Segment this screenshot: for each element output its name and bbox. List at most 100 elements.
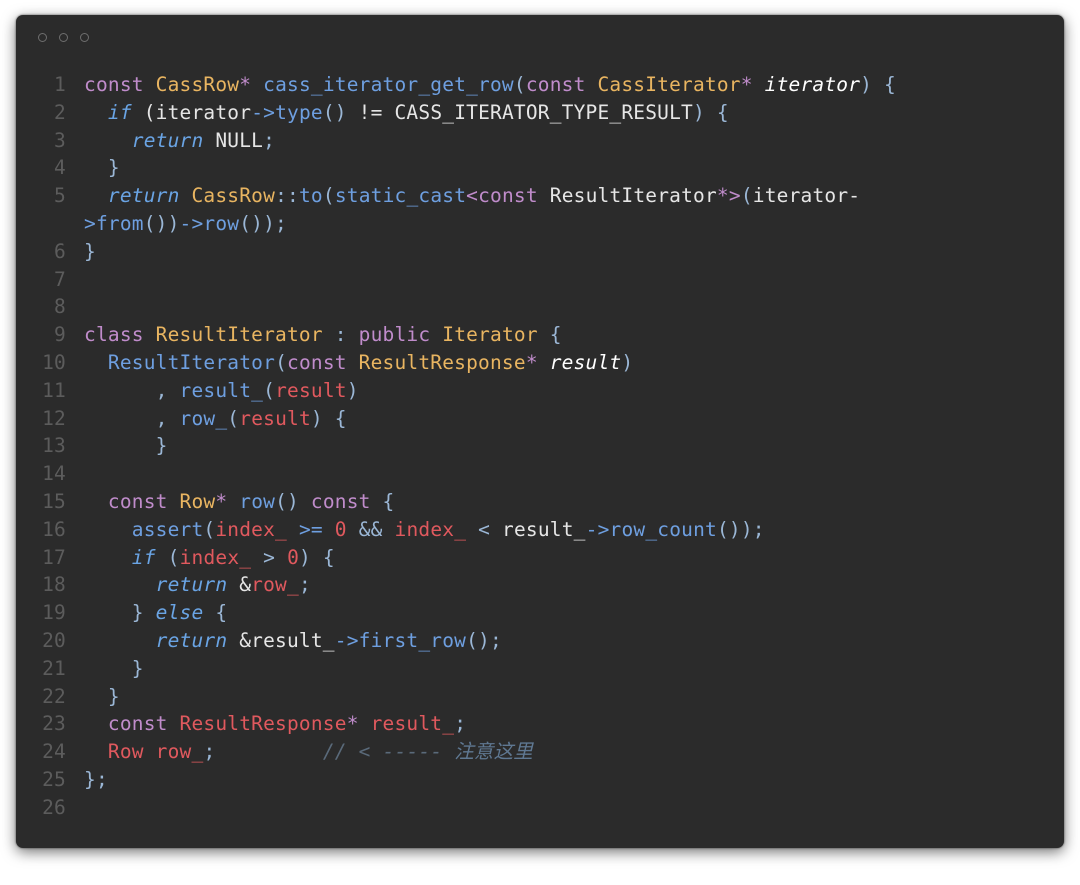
code-token: class	[84, 323, 156, 347]
line-source: }	[84, 238, 96, 266]
code-token: static_cast	[334, 184, 467, 208]
code-token: iterator-	[752, 184, 861, 208]
line-source: class ResultIterator : public Iterator {	[84, 321, 562, 349]
code-token: ()	[275, 489, 311, 513]
code-token: }	[84, 239, 96, 263]
code-token: *	[346, 712, 371, 736]
code-comment: 注意这里	[454, 740, 534, 764]
code-token: ->row_count	[585, 517, 717, 541]
code-token: <	[478, 517, 491, 541]
minimize-dot-icon[interactable]	[59, 33, 68, 42]
line-number: 8	[54, 295, 66, 319]
code-token: const	[525, 73, 598, 96]
code-token: ;	[454, 712, 467, 736]
code-token: Iterator	[442, 323, 538, 347]
line-source: }	[84, 655, 144, 683]
code-token: const	[84, 73, 156, 96]
line-source: return &row_;	[84, 571, 311, 599]
code-token: ->first_row	[334, 628, 467, 652]
code-line: 24 Row row_; // < ----- 注意这里	[16, 738, 1064, 766]
code-line: 3 return NULL;	[16, 127, 1064, 155]
code-line: >from())->row());	[16, 210, 1064, 238]
code-token: {	[203, 601, 228, 625]
code-token: ()	[322, 100, 347, 124]
line-number: 13	[42, 434, 66, 458]
code-token: };	[84, 767, 108, 791]
code-line: 15 const Row* row() const {	[16, 488, 1064, 516]
code-token: (	[263, 378, 276, 402]
code-line: 26	[16, 794, 1064, 822]
line-number: 3	[54, 128, 66, 152]
line-source: , row_(result) {	[84, 405, 347, 433]
code-token: Row	[107, 740, 144, 764]
code-comment: // < -----	[322, 740, 455, 764]
line-number: 7	[54, 267, 66, 291]
line-source: if (index_ > 0) {	[84, 544, 335, 572]
code-token: ;	[203, 740, 216, 764]
line-source: } else {	[84, 599, 227, 627]
code-token: row	[239, 489, 276, 513]
close-dot-icon[interactable]	[38, 33, 47, 42]
code-token: (	[227, 406, 240, 430]
code-token: row_	[179, 406, 228, 430]
line-number: 2	[54, 100, 66, 124]
line-number: 22	[42, 684, 66, 708]
zoom-dot-icon[interactable]	[80, 33, 89, 42]
line-number: 20	[42, 628, 66, 652]
code-line: 8	[16, 293, 1064, 321]
code-token: }	[84, 684, 120, 708]
code-line: 1 const CassRow* cass_iterator_get_row(co…	[16, 71, 1064, 99]
code-token: (	[322, 184, 335, 208]
line-number: 14	[42, 462, 66, 486]
line-source: , result_(result)	[84, 377, 359, 405]
code-line: 18 return &row_;	[16, 571, 1064, 599]
line-number: 18	[42, 573, 66, 597]
code-token: *	[740, 73, 765, 96]
line-number: 17	[42, 545, 66, 569]
code-token: (	[167, 545, 180, 569]
code-line: 9 class ResultIterator : public Iterator …	[16, 321, 1064, 349]
code-token: const	[107, 489, 180, 513]
line-number: 26	[42, 795, 66, 819]
line-number: 16	[42, 517, 66, 541]
code-token: if	[107, 100, 132, 124]
code-line: 14	[16, 460, 1064, 488]
code-line: 21 }	[16, 655, 1064, 683]
code-token: *	[239, 73, 264, 96]
code-token: *	[215, 489, 240, 513]
line-source: Row row_; // < ----- 注意这里	[84, 738, 533, 766]
line-source: return CassRow::to(static_cast<const Res…	[84, 182, 860, 210]
line-source: const CassRow* cass_iterator_get_row(con…	[84, 71, 896, 99]
line-source: assert(index_ >= 0 && index_ < result_->…	[84, 516, 765, 544]
line-source: }	[84, 432, 168, 460]
code-token: NULL	[203, 128, 264, 152]
code-token: 0	[334, 517, 347, 541]
code-token: &	[227, 573, 252, 597]
code-token: ())	[143, 211, 180, 235]
code-token: ::	[275, 184, 299, 208]
code-token: &result_	[227, 628, 335, 652]
code-token: public	[358, 323, 443, 347]
code-token: &&	[358, 517, 383, 541]
code-token: ());	[716, 517, 765, 541]
code-line: 22 }	[16, 683, 1064, 711]
code-token: }	[84, 434, 168, 458]
code-token: if	[131, 545, 156, 569]
code-token: )	[621, 350, 634, 374]
code-token: iterator	[764, 73, 861, 96]
code-token: ) {	[299, 545, 335, 569]
code-token: const	[107, 712, 180, 736]
code-token: ,	[155, 378, 180, 402]
